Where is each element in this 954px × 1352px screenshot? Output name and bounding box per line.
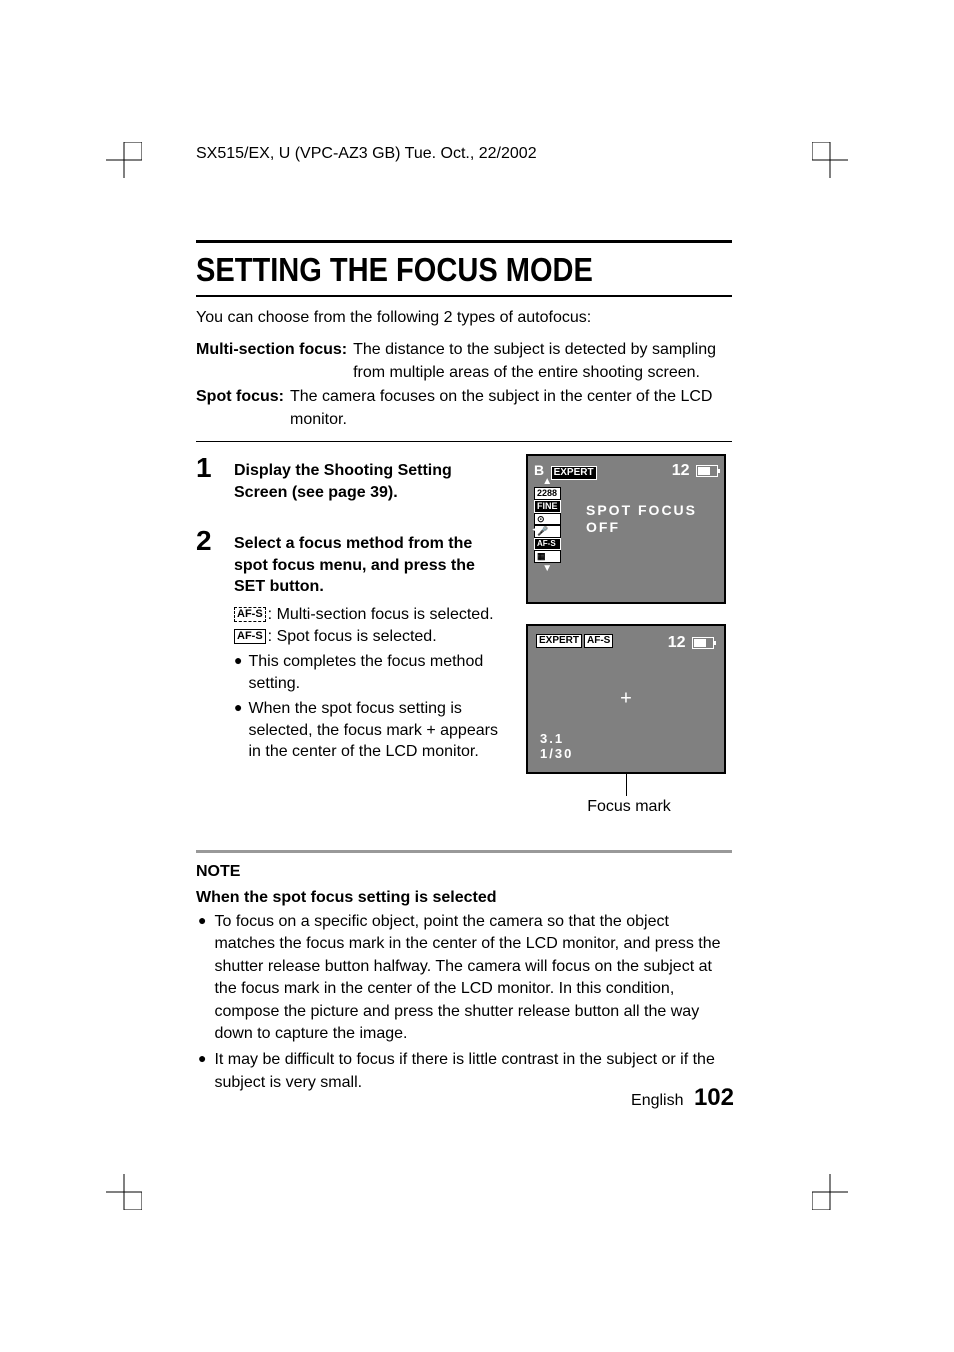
note-bullet: ● To focus on a specific object, point t… xyxy=(196,911,732,1045)
note-heading: NOTE xyxy=(196,863,732,881)
icon-line: AF-S: Multi-section focus is selected. xyxy=(234,604,506,626)
crop-mark-tr xyxy=(812,142,848,178)
def-text: The camera focuses on the subject in the… xyxy=(290,386,732,431)
bullet-icon: ● xyxy=(234,698,242,763)
lcd-screen-2: EXPERT AF-S 12 + 3.1 1/30 xyxy=(526,624,726,774)
page-number: 102 xyxy=(694,1084,734,1111)
step-number: 2 xyxy=(196,527,220,763)
lcd-count: 12 xyxy=(672,462,690,479)
battery-icon xyxy=(692,637,714,649)
bullet-item: ● When the spot focus setting is selecte… xyxy=(234,698,506,763)
arrow-up-icon: ▲ xyxy=(534,476,561,487)
def-label: Spot focus: xyxy=(196,386,284,431)
step-title: Display the Shooting Setting Screen (see… xyxy=(234,460,506,503)
afs-multi-icon: AF-S xyxy=(234,607,266,622)
crop-mark-tl xyxy=(106,142,142,178)
lcd-expert-badge: EXPERT xyxy=(536,634,582,648)
lcd-exposure-info: 3.1 1/30 xyxy=(540,731,573,762)
lcd-afs-badge: AF-S xyxy=(534,538,561,550)
icon-line: AF-S: Spot focus is selected. xyxy=(234,626,506,648)
lcd-bars-icon: ▦ xyxy=(534,550,561,563)
arrow-down-icon: ▼ xyxy=(534,563,561,574)
lcd-size-badge: 2288 xyxy=(534,487,561,500)
note-section: NOTE When the spot focus setting is sele… xyxy=(196,850,732,1094)
title-rule-top xyxy=(196,240,732,243)
lcd-screen-1: B EXPERT 12 ▲ 2288 FINE ⊙ 🎤 xyxy=(526,454,726,604)
note-rule xyxy=(196,850,732,853)
icon-text: : Multi-section focus is selected. xyxy=(268,606,494,623)
step-title: Select a focus method from the spot focu… xyxy=(234,533,506,598)
callout-line xyxy=(626,774,627,796)
def-label: Multi-section focus: xyxy=(196,339,347,384)
definition-list: Multi-section focus: The distance to the… xyxy=(196,339,732,431)
crop-mark-br xyxy=(812,1174,848,1210)
bullet-item: ● This completes the focus method settin… xyxy=(234,651,506,694)
step-2: 2 Select a focus method from the spot fo… xyxy=(196,527,506,763)
bullet-icon: ● xyxy=(198,911,206,1045)
focus-mark-label: Focus mark xyxy=(526,798,732,816)
intro-text: You can choose from the following 2 type… xyxy=(196,307,732,329)
note-subheading: When the spot focus setting is selected xyxy=(196,889,732,907)
bullet-text: This completes the focus method setting. xyxy=(248,651,506,694)
def-text: The distance to the subject is detected … xyxy=(353,339,732,384)
step-number: 1 xyxy=(196,454,220,509)
battery-icon xyxy=(696,465,718,477)
page-footer: English 102 xyxy=(631,1084,734,1112)
arrow-left-icon: ◄ xyxy=(530,522,542,536)
focus-mark-icon: + xyxy=(620,687,632,710)
lcd-menu-text: SPOT FOCUS OFF xyxy=(586,502,697,536)
bullet-icon: ● xyxy=(198,1049,206,1094)
lcd-count: 12 xyxy=(668,634,686,651)
step-1: 1 Display the Shooting Setting Screen (s… xyxy=(196,454,506,509)
afs-spot-icon: AF-S xyxy=(234,629,266,644)
section-rule xyxy=(196,441,732,442)
lcd-afs-badge: AF-S xyxy=(584,634,613,648)
page-title: SETTING THE FOCUS MODE xyxy=(196,251,668,289)
crop-mark-bl xyxy=(106,1174,142,1210)
bullet-text: To focus on a specific object, point the… xyxy=(214,911,732,1045)
bullet-text: When the spot focus setting is selected,… xyxy=(248,698,506,763)
document-header: SX515/EX, U (VPC-AZ3 GB) Tue. Oct., 22/2… xyxy=(196,145,537,163)
icon-text: : Spot focus is selected. xyxy=(268,628,437,645)
title-rule-bottom xyxy=(196,295,732,297)
bullet-icon: ● xyxy=(234,651,242,694)
footer-language: English xyxy=(631,1092,683,1109)
lcd-fine-badge: FINE xyxy=(534,500,561,513)
